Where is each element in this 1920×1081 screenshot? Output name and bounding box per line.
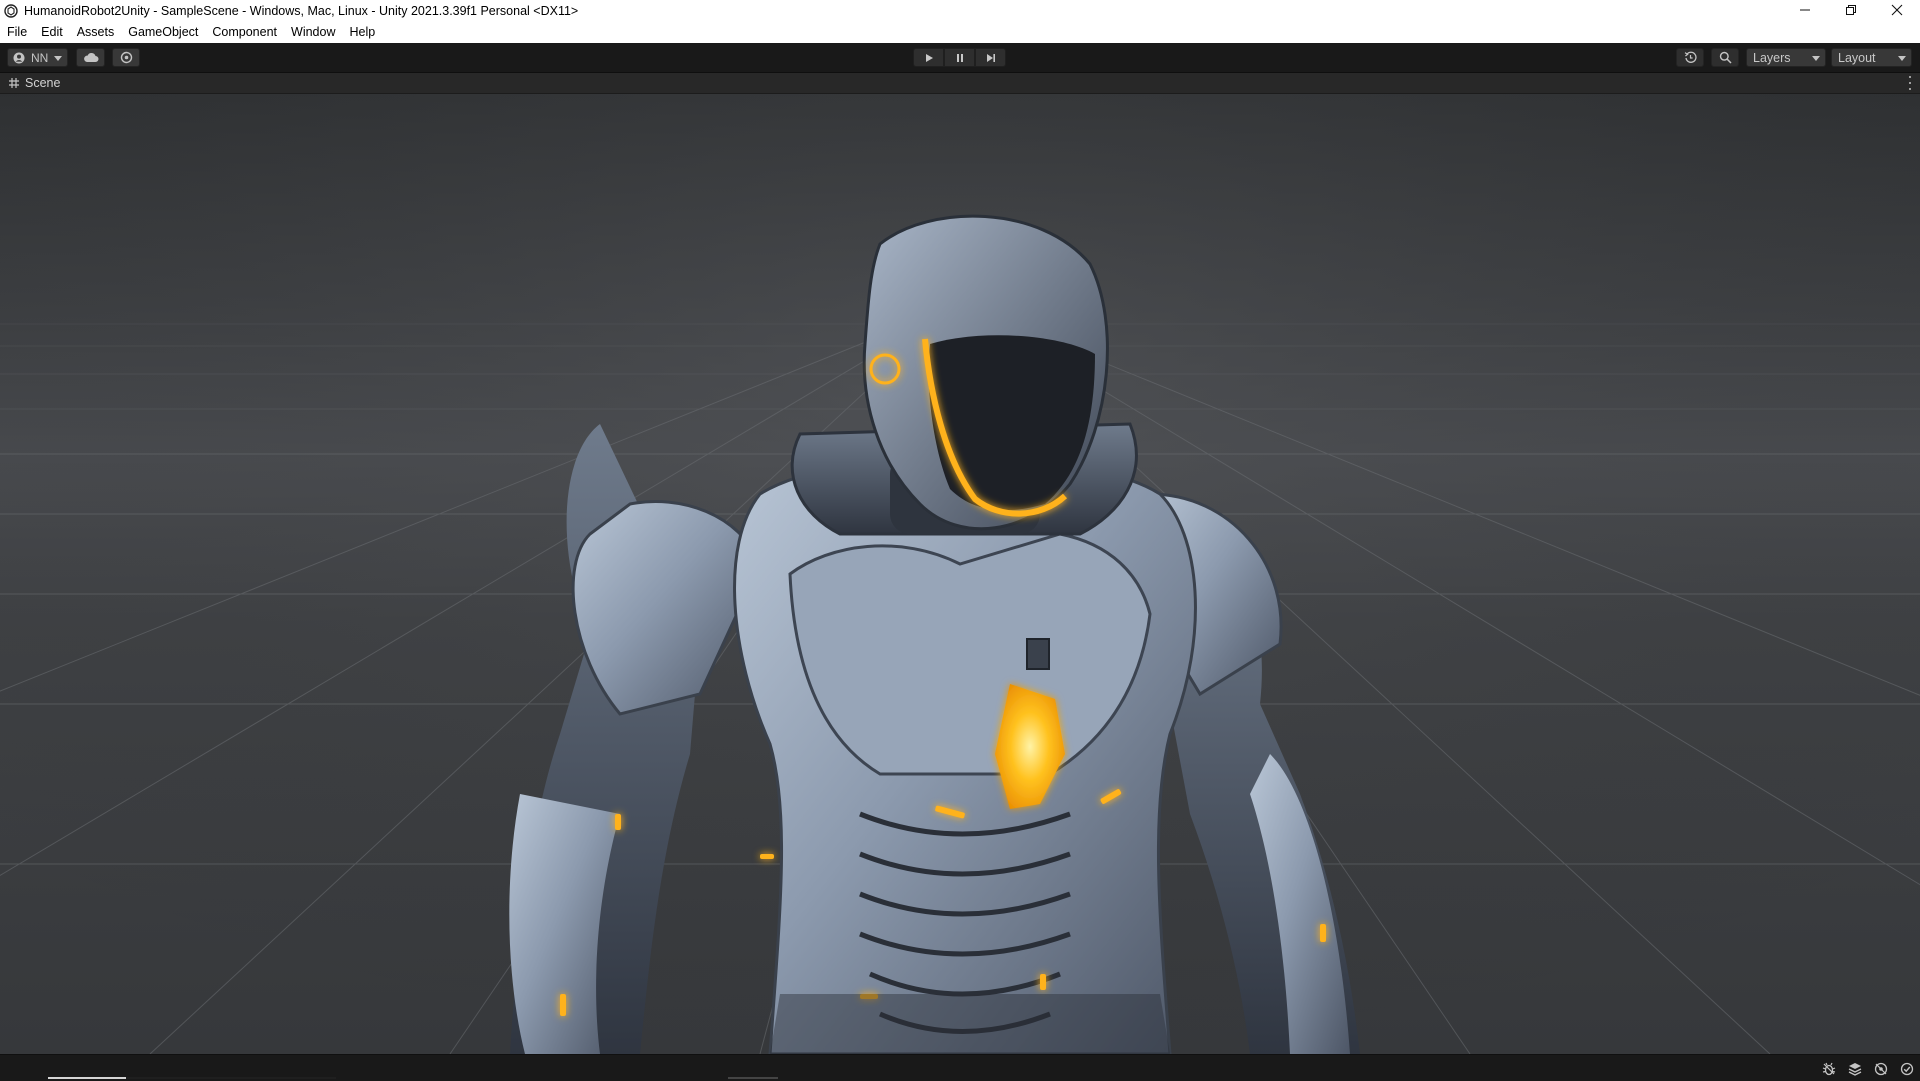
scene-tab-bar: Scene <box>0 73 1920 94</box>
undo-history-icon <box>1684 51 1697 64</box>
chevron-down-icon <box>1898 56 1906 61</box>
collab-icon <box>120 51 133 64</box>
menu-file[interactable]: File <box>0 22 34 43</box>
menu-edit[interactable]: Edit <box>34 22 70 43</box>
menu-bar: File Edit Assets GameObject Component Wi… <box>0 22 1920 43</box>
scene-viewport[interactable] <box>0 94 1920 1054</box>
window-title: HumanoidRobot2Unity - SampleScene - Wind… <box>24 4 579 18</box>
layers-label: Layers <box>1753 50 1791 65</box>
account-icon <box>13 52 25 64</box>
playmode-controls <box>913 48 1006 67</box>
menu-help[interactable]: Help <box>342 22 382 43</box>
main-toolbar: NN Layers Layout <box>0 43 1920 73</box>
status-icons <box>1820 1061 1916 1077</box>
close-button[interactable] <box>1874 0 1920 22</box>
minimize-icon <box>1799 4 1811 19</box>
restore-button[interactable] <box>1828 0 1874 22</box>
play-icon <box>924 53 934 63</box>
collab-button[interactable] <box>112 48 140 67</box>
chevron-down-icon <box>1812 56 1820 61</box>
resize-handle[interactable] <box>728 1077 778 1079</box>
scene-tab-label: Scene <box>25 76 61 90</box>
layers-stack-icon[interactable] <box>1846 1061 1864 1077</box>
tab-scene[interactable]: Scene <box>0 73 70 93</box>
unity-logo-icon <box>4 4 18 18</box>
chevron-down-icon <box>54 56 62 61</box>
menu-gameobject[interactable]: GameObject <box>121 22 205 43</box>
check-circle-icon[interactable] <box>1898 1061 1916 1077</box>
layers-dropdown[interactable]: Layers <box>1746 48 1826 67</box>
window-controls <box>1782 0 1920 22</box>
cloud-button[interactable] <box>76 48 105 67</box>
scene-render <box>0 94 1920 1054</box>
network-icon[interactable] <box>1872 1061 1890 1077</box>
layout-label: Layout <box>1838 50 1876 65</box>
close-icon <box>1891 4 1903 19</box>
status-bar <box>0 1054 1920 1081</box>
minimize-button[interactable] <box>1782 0 1828 22</box>
pause-button[interactable] <box>944 48 975 67</box>
menu-assets[interactable]: Assets <box>70 22 122 43</box>
progress-bar <box>48 1077 336 1079</box>
pause-icon <box>955 53 965 63</box>
progress-fill <box>48 1077 126 1079</box>
account-label: NN <box>31 50 49 65</box>
restore-icon <box>1845 4 1857 19</box>
more-options-icon[interactable] <box>1908 76 1912 90</box>
scene-grid-icon <box>9 78 19 88</box>
bug-icon[interactable] <box>1820 1061 1838 1077</box>
menu-window[interactable]: Window <box>284 22 342 43</box>
play-button[interactable] <box>913 48 944 67</box>
step-icon <box>986 53 996 63</box>
search-icon <box>1719 51 1732 64</box>
search-button[interactable] <box>1711 48 1739 67</box>
menu-component[interactable]: Component <box>205 22 284 43</box>
account-dropdown[interactable]: NN <box>7 48 68 67</box>
layout-dropdown[interactable]: Layout <box>1831 48 1912 67</box>
undo-history-button[interactable] <box>1676 48 1704 67</box>
cloud-icon <box>83 52 99 63</box>
step-button[interactable] <box>975 48 1006 67</box>
title-bar: HumanoidRobot2Unity - SampleScene - Wind… <box>0 0 1920 22</box>
